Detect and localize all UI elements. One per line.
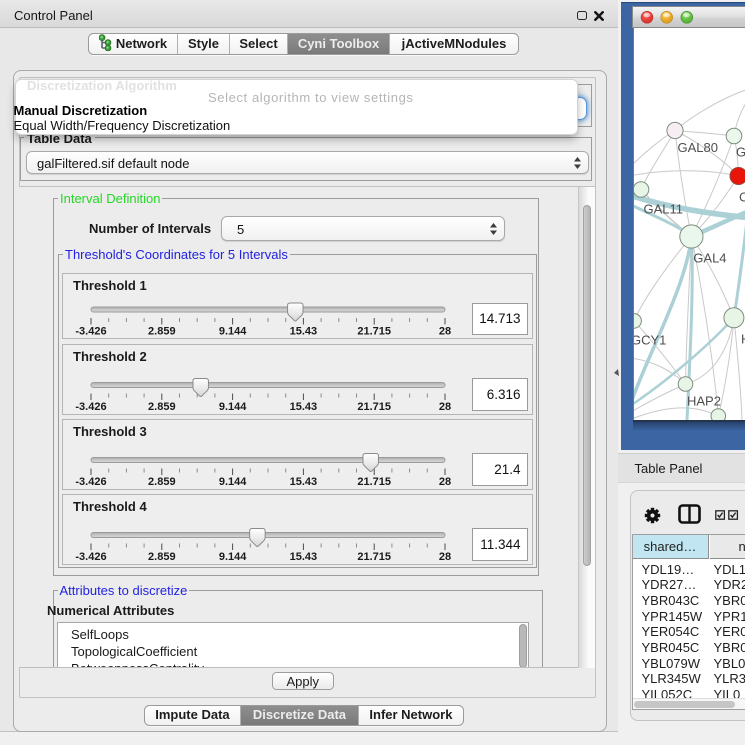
svg-text:2.859: 2.859 <box>148 401 176 413</box>
svg-text:15.43: 15.43 <box>290 551 318 563</box>
svg-text:-3.426: -3.426 <box>75 551 106 563</box>
svg-text:GAL80: GAL80 <box>678 140 718 155</box>
svg-text:15.43: 15.43 <box>290 325 318 337</box>
svg-text:9.144: 9.144 <box>219 325 247 337</box>
svg-text:28: 28 <box>439 551 451 563</box>
svg-text:-3.426: -3.426 <box>75 325 106 337</box>
svg-text:9.144: 9.144 <box>219 476 247 488</box>
svg-text:GAL4: GAL4 <box>693 251 726 266</box>
svg-text:28: 28 <box>439 401 451 413</box>
svg-text:15.43: 15.43 <box>290 401 318 413</box>
svg-text:-3.426: -3.426 <box>75 401 106 413</box>
svg-text:21.715: 21.715 <box>357 401 391 413</box>
svg-text:21.715: 21.715 <box>357 476 391 488</box>
svg-text:HAP2: HAP2 <box>687 394 721 409</box>
svg-text:21.715: 21.715 <box>357 551 391 563</box>
svg-text:9.144: 9.144 <box>219 551 247 563</box>
svg-text:28: 28 <box>439 325 451 337</box>
svg-text:2.859: 2.859 <box>148 325 176 337</box>
svg-text:H: H <box>741 332 745 347</box>
svg-text:2.859: 2.859 <box>148 551 176 563</box>
svg-text:C: C <box>739 190 745 205</box>
svg-text:2.859: 2.859 <box>148 476 176 488</box>
svg-text:21.715: 21.715 <box>357 325 391 337</box>
svg-text:GAL11: GAL11 <box>644 202 684 217</box>
svg-text:G.: G. <box>736 145 745 160</box>
svg-text:15.43: 15.43 <box>290 476 318 488</box>
svg-text:28: 28 <box>439 476 451 488</box>
svg-text:-3.426: -3.426 <box>75 476 106 488</box>
svg-text:9.144: 9.144 <box>219 401 247 413</box>
svg-text:GCY1: GCY1 <box>633 333 666 348</box>
